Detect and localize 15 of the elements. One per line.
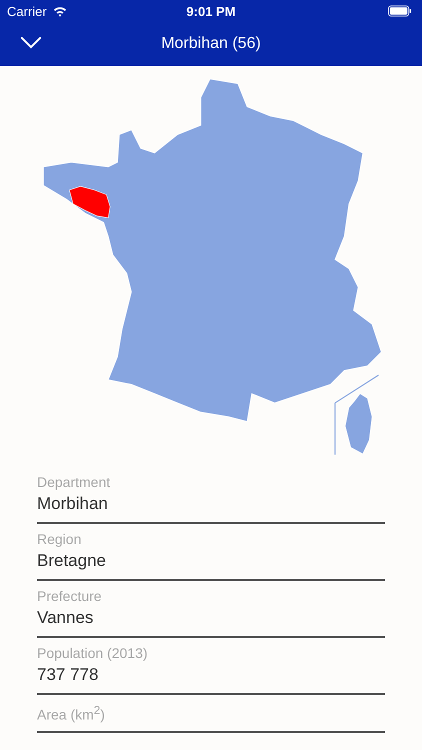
chevron-down-icon	[20, 36, 42, 49]
wifi-icon	[52, 6, 67, 16]
field-label: Prefecture	[37, 587, 103, 606]
nav-title: Morbihan (56)	[161, 35, 261, 53]
field-label: Population (2013)	[37, 644, 149, 663]
field-value: Vannes	[37, 607, 94, 629]
field-value: Bretagne	[37, 550, 107, 572]
field-value: Morbihan	[37, 493, 109, 515]
battery-icon	[388, 5, 412, 17]
field-label: Area (km$^{2}$)	[37, 703, 106, 725]
status-time: 9:01 PM	[186, 4, 236, 18]
field-label: Department	[37, 473, 112, 492]
field-value: 737 778	[37, 664, 100, 686]
field-label: Region	[37, 530, 82, 549]
carrier-label: Carrier	[7, 4, 47, 18]
